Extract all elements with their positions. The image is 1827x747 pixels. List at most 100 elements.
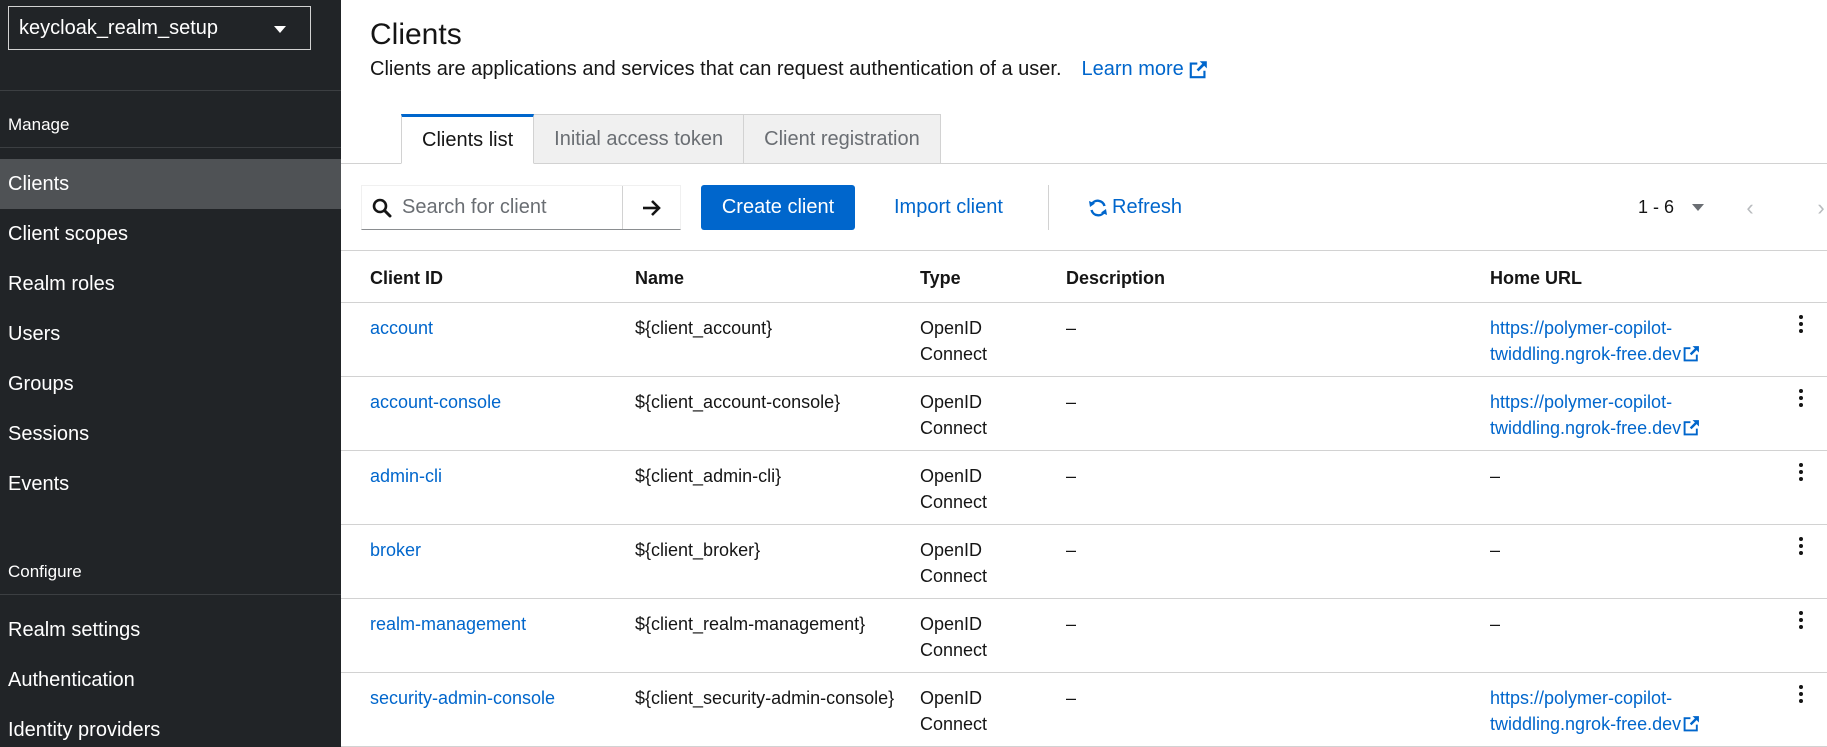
row-actions-kebab-icon[interactable] [1793,459,1809,485]
row-actions-kebab-icon[interactable] [1793,311,1809,337]
caret-down-icon [274,26,286,33]
nav-item-users[interactable]: Users [0,309,341,359]
row-actions-kebab-icon[interactable] [1793,533,1809,559]
row-divider [341,598,1827,599]
learn-more-link[interactable]: Learn more [1082,58,1208,81]
tab-label: Client registration [764,127,920,150]
nav-item-label: Identity providers [8,718,161,741]
tab-initial-access-token[interactable]: Initial access token [534,114,745,164]
row-divider [341,302,1827,303]
client-type-line: OpenID [920,540,983,560]
external-link-icon [1683,420,1700,436]
caret-down-icon [1692,204,1705,211]
nav-item-sessions[interactable]: Sessions [0,409,341,459]
client-id-link[interactable]: account-console [370,389,501,415]
page-description: Clients are applications and services th… [370,58,1208,81]
refresh-button[interactable]: Refresh [1088,185,1182,230]
external-link-icon [1189,61,1207,79]
pagination-toggle[interactable]: 1 - 6 [1638,185,1705,230]
row-divider [341,672,1827,673]
nav-item-realm-settings[interactable]: Realm settings [0,605,341,655]
create-client-button[interactable]: Create client [701,185,855,230]
nav-item-identity-providers[interactable]: Identity providers [0,705,341,747]
row-actions-kebab-icon[interactable] [1793,681,1809,707]
main-content: Clients Clients are applications and ser… [341,0,1827,747]
external-link-icon [1683,346,1700,362]
client-type: OpenID Connect [920,685,1010,737]
row-divider [341,450,1827,451]
realm-selector[interactable]: keycloak_realm_setup [8,6,311,50]
nav-item-groups[interactable]: Groups [0,359,341,409]
nav-item-client-scopes[interactable]: Client scopes [0,209,341,259]
client-id-link[interactable]: broker [370,537,421,563]
tab-client-registration[interactable]: Client registration [744,114,941,164]
client-description: – [1066,614,1077,634]
client-type-line: OpenID [920,466,983,486]
client-type-line: OpenID [920,392,983,412]
home-url-line: https://polymer-copilot- [1490,318,1673,338]
home-url-line: https://polymer-copilot- [1490,688,1673,708]
home-url-link[interactable]: https://polymer-copilot-twiddling.ngrok-… [1490,315,1710,367]
page-title: Clients [370,18,462,51]
refresh-label: Refresh [1112,196,1183,218]
home-url-text: twiddling.ngrok-free.dev [1490,714,1682,734]
row-actions-kebab-icon[interactable] [1793,607,1809,633]
divider [0,594,341,595]
home-url-link[interactable]: https://polymer-copilot-twiddling.ngrok-… [1490,685,1710,737]
chevron-left-icon: ‹ [1746,194,1754,220]
client-name: ${client_admin-cli} [635,466,782,486]
column-header-name[interactable]: Name [635,268,684,289]
client-name: ${client_realm-management} [635,614,866,634]
column-header-client-id[interactable]: Client ID [370,268,443,289]
next-page-button[interactable]: › [1806,185,1827,230]
realm-name: keycloak_realm_setup [19,16,218,39]
search-box [361,185,681,230]
tabs: Clients list Initial access token Client… [401,114,941,164]
row-divider [341,376,1827,377]
home-url-line: https://polymer-copilot- [1490,392,1673,412]
client-id-link[interactable]: security-admin-console [370,685,555,711]
nav-item-authentication[interactable]: Authentication [0,655,341,705]
previous-page-button[interactable]: ‹ [1735,185,1765,230]
client-description: – [1066,466,1077,486]
nav-item-events[interactable]: Events [0,459,341,509]
client-type-line: OpenID [920,688,983,708]
client-type: OpenID Connect [920,389,1010,441]
home-url-empty: – [1490,614,1501,634]
column-header-home-url[interactable]: Home URL [1490,268,1582,289]
search-icon [362,198,402,218]
nav-item-label: Events [8,472,70,495]
import-client-button[interactable]: Import client [894,185,1003,230]
nav-item-label: Clients [8,172,70,195]
section-manage: Manage [8,115,70,134]
nav-item-label: Client scopes [8,222,129,245]
divider [0,147,341,148]
column-header-type[interactable]: Type [920,268,961,289]
nav-item-realm-roles[interactable]: Realm roles [0,259,341,309]
search-input[interactable] [402,196,622,219]
home-url-empty: – [1490,466,1501,486]
row-actions-kebab-icon[interactable] [1793,385,1809,411]
client-type: OpenID Connect [920,537,1010,589]
client-type-line: Connect [920,492,988,512]
tab-label: Clients list [422,128,514,151]
search-submit-button[interactable] [622,186,680,229]
tab-clients-list[interactable]: Clients list [401,114,535,164]
pagination-range: 1 - 6 [1638,197,1675,217]
home-url-link[interactable]: https://polymer-copilot-twiddling.ngrok-… [1490,389,1710,441]
client-type: OpenID Connect [920,315,1010,367]
chevron-right-icon: › [1817,194,1825,220]
arrow-right-icon [642,199,661,216]
nav-item-label: Realm settings [8,618,141,641]
client-id-link[interactable]: account [370,315,433,341]
nav-item-clients[interactable]: Clients [0,159,341,209]
column-header-description[interactable]: Description [1066,268,1165,289]
table-top-border [341,250,1827,251]
client-name: ${client_account} [635,318,773,338]
client-id-link[interactable]: admin-cli [370,463,442,489]
client-id-link[interactable]: realm-management [370,611,526,637]
refresh-icon [1089,199,1107,216]
nav-item-label: Users [8,322,61,345]
tab-label: Initial access token [554,127,724,150]
client-type-line: OpenID [920,318,983,338]
